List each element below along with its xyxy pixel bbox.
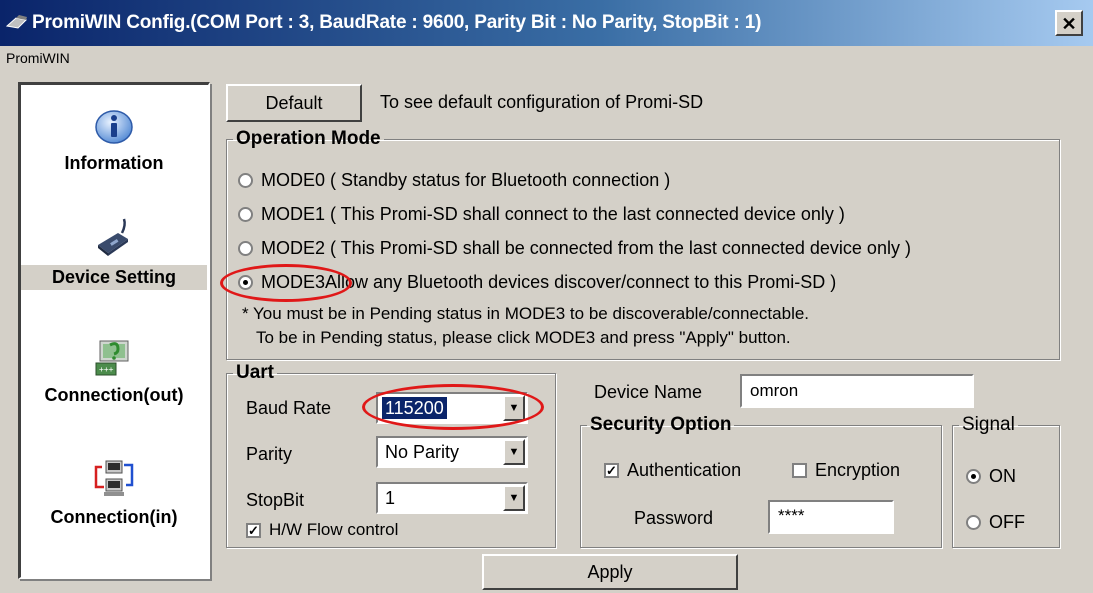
mode0-label: MODE0 ( Standby status for Bluetooth con… <box>261 170 671 190</box>
operation-mode-legend: Operation Mode <box>236 128 381 149</box>
encryption-checkbox[interactable]: Encryption <box>792 460 900 481</box>
chevron-down-icon[interactable]: ▼ <box>503 395 525 421</box>
parity-value: No Parity <box>385 442 460 462</box>
mode2-radio[interactable]: MODE2 ( This Promi-SD shall be connected… <box>238 238 911 259</box>
radio-indicator <box>238 173 253 188</box>
chevron-down-icon[interactable]: ▼ <box>503 439 525 465</box>
mode3-note-line2: To be in Pending status, please click MO… <box>256 328 791 347</box>
device-plug-icon <box>98 218 128 256</box>
stopbit-label: StopBit <box>246 490 305 510</box>
radio-indicator <box>966 515 981 530</box>
checkbox-indicator: ✓ <box>604 463 619 478</box>
connection-in-icon <box>94 460 134 496</box>
sidebar-item-label: Connection(in) <box>50 507 178 527</box>
close-button[interactable]: ✕ <box>1055 10 1083 36</box>
checkbox-indicator <box>792 463 807 478</box>
checkbox-indicator: ✓ <box>246 522 261 538</box>
device-name-label: Device Name <box>594 382 703 402</box>
hw-flow-control-checkbox[interactable]: ✓ H/W Flow control <box>246 520 398 540</box>
mode1-label: MODE1 ( This Promi-SD shall connect to t… <box>261 204 845 224</box>
connection-out-icon: +++ <box>95 340 129 376</box>
radio-indicator <box>966 469 981 484</box>
password-label: Password <box>634 508 714 528</box>
apply-button[interactable]: Apply <box>482 554 738 590</box>
svg-text:+++: +++ <box>99 365 114 374</box>
mode1-radio[interactable]: MODE1 ( This Promi-SD shall connect to t… <box>238 204 845 225</box>
parity-select[interactable]: No Parity ▼ <box>376 436 528 468</box>
mode3-label: MODE3 <box>261 272 326 292</box>
baud-rate-select[interactable]: 115200 ▼ <box>376 392 528 424</box>
mode3-note-line1: * You must be in Pending status in MODE3… <box>242 304 810 323</box>
uart-legend: Uart <box>236 362 275 383</box>
radio-indicator <box>238 241 253 256</box>
default-description: To see default configuration of Promi-SD <box>380 92 704 112</box>
signal-off-radio[interactable]: OFF <box>966 512 1025 533</box>
signal-on-radio[interactable]: ON <box>966 466 1016 487</box>
window-title: PromiWIN Config.(COM Port : 3, BaudRate … <box>32 12 762 33</box>
security-option-legend: Security Option <box>590 414 732 435</box>
device-name-input[interactable]: omron <box>740 374 974 408</box>
sidebar: Information Device Setting +++ Connectio… <box>18 82 210 579</box>
app-icon <box>6 15 28 29</box>
password-input[interactable]: **** <box>768 500 894 534</box>
mode3-description: Allow any Bluetooth devices discover/con… <box>325 272 837 292</box>
sidebar-item-label: Device Setting <box>21 265 207 290</box>
signal-off-label: OFF <box>989 512 1025 532</box>
stopbit-select[interactable]: 1 ▼ <box>376 482 528 514</box>
signal-on-label: ON <box>989 466 1016 486</box>
authentication-checkbox[interactable]: ✓ Authentication <box>604 460 741 481</box>
sidebar-item-label: Information <box>64 153 164 173</box>
sidebar-item-connection-out[interactable]: +++ Connection(out) <box>21 335 207 406</box>
title-bar: PromiWIN Config.(COM Port : 3, BaudRate … <box>0 0 1093 46</box>
sidebar-item-connection-in[interactable]: Connection(in) <box>21 457 207 528</box>
encryption-label: Encryption <box>815 460 901 480</box>
sidebar-item-device-setting[interactable]: Device Setting <box>21 215 207 290</box>
default-button[interactable]: Default <box>226 84 362 122</box>
info-icon <box>95 110 133 144</box>
mode3-radio[interactable]: MODE3 Allow any Bluetooth devices discov… <box>238 272 836 293</box>
signal-legend: Signal <box>962 414 1015 435</box>
mode2-label: MODE2 ( This Promi-SD shall be connected… <box>261 238 911 258</box>
radio-indicator <box>238 275 253 290</box>
hw-flow-control-label: H/W Flow control <box>269 520 399 539</box>
sidebar-item-information[interactable]: Information <box>21 107 207 174</box>
authentication-label: Authentication <box>627 460 742 480</box>
sidebar-item-label: Connection(out) <box>44 385 184 405</box>
parity-label: Parity <box>246 444 293 464</box>
mode0-radio[interactable]: MODE0 ( Standby status for Bluetooth con… <box>238 170 670 191</box>
baud-rate-value: 115200 <box>382 397 447 419</box>
stopbit-value: 1 <box>385 488 396 508</box>
menu-label[interactable]: PromiWIN <box>6 50 70 66</box>
chevron-down-icon[interactable]: ▼ <box>503 485 525 511</box>
radio-indicator <box>238 207 253 222</box>
baud-rate-label: Baud Rate <box>246 398 332 418</box>
